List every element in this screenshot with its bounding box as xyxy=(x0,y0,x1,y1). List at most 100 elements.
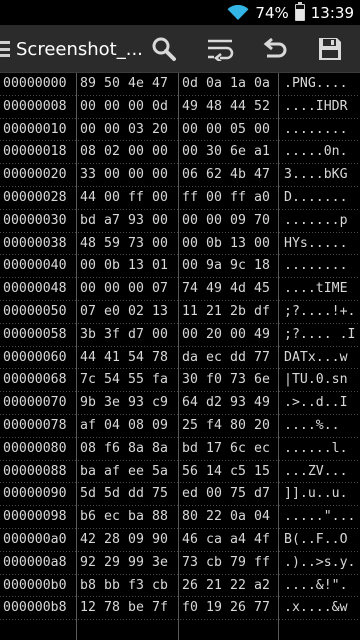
hex-row[interactable]: 000000a0 42 28 09 90 46 ca a4 4f B(..F..O xyxy=(0,529,360,552)
byte-cell[interactable]: 3e xyxy=(104,392,120,415)
hex-row[interactable]: 00000008 00 00 00 0d 49 48 44 52 ....IHDR xyxy=(0,96,360,119)
byte-cell[interactable]: 0d xyxy=(182,73,198,96)
byte-cell[interactable]: 00 xyxy=(80,119,96,142)
byte-cell[interactable]: 0a xyxy=(254,73,270,96)
byte-cell[interactable]: 04 xyxy=(104,415,120,438)
byte-cell[interactable]: dd xyxy=(128,483,144,506)
ascii-cell[interactable]: .......p xyxy=(284,210,348,233)
byte-cell[interactable]: 00 xyxy=(182,210,198,233)
byte-cell[interactable]: 0b xyxy=(206,233,222,256)
byte-cell[interactable]: 00 xyxy=(206,210,222,233)
byte-cell[interactable]: 26 xyxy=(182,575,198,598)
byte-cell[interactable]: 99 xyxy=(128,552,144,575)
byte-cell[interactable]: 03 xyxy=(128,119,144,142)
byte-cell[interactable]: 48 xyxy=(206,96,222,119)
hex-row[interactable]: 00000028 44 00 ff 00 ff 00 ff a0 D....... xyxy=(0,187,360,210)
byte-cell[interactable]: e0 xyxy=(104,301,120,324)
byte-cell[interactable]: d7 xyxy=(254,483,270,506)
ascii-cell[interactable]: ....&!". xyxy=(284,575,348,598)
search-button[interactable] xyxy=(146,31,182,67)
byte-cell[interactable]: da xyxy=(182,347,198,370)
byte-cell[interactable]: 22 xyxy=(206,506,222,529)
ascii-cell[interactable]: .PNG.... xyxy=(284,73,348,96)
byte-cell[interactable]: 73 xyxy=(230,369,246,392)
byte-cell[interactable]: af xyxy=(104,461,120,484)
byte-cell[interactable]: 01 xyxy=(152,255,168,278)
byte-cell[interactable]: 22 xyxy=(230,575,246,598)
byte-cell[interactable]: 00 xyxy=(104,278,120,301)
byte-cell[interactable]: 44 xyxy=(80,347,96,370)
byte-cell[interactable]: 88 xyxy=(152,506,168,529)
byte-cell[interactable]: d2 xyxy=(206,392,222,415)
byte-cell[interactable]: 75 xyxy=(152,483,168,506)
byte-cell[interactable]: 29 xyxy=(104,552,120,575)
hex-row[interactable]: 00000058 3b 3f d7 00 00 20 00 49 ;?.... .I xyxy=(0,324,360,347)
byte-cell[interactable]: f4 xyxy=(206,415,222,438)
byte-cell[interactable]: f0 xyxy=(206,369,222,392)
byte-cell[interactable]: 46 xyxy=(182,529,198,552)
ascii-cell[interactable]: ]].u..u. xyxy=(284,483,348,506)
byte-cell[interactable]: 49 xyxy=(254,392,270,415)
byte-cell[interactable]: 73 xyxy=(128,233,144,256)
byte-cell[interactable]: 7f xyxy=(152,597,168,620)
byte-cell[interactable]: 00 xyxy=(128,141,144,164)
byte-cell[interactable]: ed xyxy=(182,483,198,506)
hex-row[interactable]: 000000a8 92 29 99 3e 73 cb 79 ff .)..>s.y. xyxy=(0,552,360,575)
byte-cell[interactable]: 3e xyxy=(152,552,168,575)
byte-cell[interactable]: 00 xyxy=(254,119,270,142)
byte-cell[interactable]: 18 xyxy=(254,255,270,278)
byte-cell[interactable]: ca xyxy=(206,529,222,552)
byte-cell[interactable]: 78 xyxy=(152,347,168,370)
byte-cell[interactable]: 13 xyxy=(152,301,168,324)
byte-cell[interactable]: 52 xyxy=(254,96,270,119)
byte-cell[interactable]: 02 xyxy=(128,301,144,324)
byte-cell[interactable]: 00 xyxy=(104,96,120,119)
byte-cell[interactable]: bb xyxy=(104,575,120,598)
ascii-cell[interactable]: ....."... xyxy=(284,506,355,529)
byte-cell[interactable]: ec xyxy=(254,438,270,461)
byte-cell[interactable]: 5a xyxy=(152,461,168,484)
byte-cell[interactable]: 00 xyxy=(104,187,120,210)
byte-cell[interactable]: 9c xyxy=(230,255,246,278)
byte-cell[interactable]: 8a xyxy=(152,438,168,461)
byte-cell[interactable]: 00 xyxy=(128,96,144,119)
byte-cell[interactable]: 49 xyxy=(182,96,198,119)
ascii-cell[interactable]: .>..d..I xyxy=(284,392,348,415)
byte-cell[interactable]: af xyxy=(80,415,96,438)
hex-row[interactable]: 00000040 00 0b 13 01 00 9a 9c 18........ xyxy=(0,255,360,278)
byte-cell[interactable]: 00 xyxy=(206,187,222,210)
byte-cell[interactable]: ec xyxy=(206,347,222,370)
byte-cell[interactable]: 64 xyxy=(182,392,198,415)
byte-cell[interactable]: 00 xyxy=(128,164,144,187)
ascii-cell[interactable]: ;?.... .I xyxy=(284,324,355,347)
ascii-cell[interactable]: ......l. xyxy=(284,438,348,461)
byte-cell[interactable]: 00 xyxy=(80,278,96,301)
byte-cell[interactable]: a2 xyxy=(254,575,270,598)
ascii-cell[interactable]: ........ xyxy=(284,255,348,278)
byte-cell[interactable]: 47 xyxy=(254,164,270,187)
hex-row[interactable]: 00000098 b6 ec ba 88 80 22 0a 04 ....."... xyxy=(0,506,360,529)
hex-row[interactable]: 00000070 9b 3e 93 c9 64 d2 93 49 .>..d..I xyxy=(0,392,360,415)
byte-cell[interactable]: 00 xyxy=(104,164,120,187)
hex-row[interactable]: 00000010 00 00 03 20 00 00 05 00........ xyxy=(0,119,360,142)
byte-cell[interactable]: be xyxy=(128,597,144,620)
byte-cell[interactable]: 00 xyxy=(152,141,168,164)
byte-cell[interactable]: 48 xyxy=(80,233,96,256)
byte-cell[interactable]: 2b xyxy=(230,301,246,324)
byte-cell[interactable]: 11 xyxy=(182,301,198,324)
byte-cell[interactable]: ee xyxy=(128,461,144,484)
byte-cell[interactable]: 00 xyxy=(152,210,168,233)
byte-cell[interactable]: 00 xyxy=(152,324,168,347)
hex-row[interactable]: 00000000 89 50 4e 47 0d 0a 1a 0a .PNG.... xyxy=(0,73,360,96)
byte-cell[interactable]: ff xyxy=(128,187,144,210)
byte-cell[interactable]: 45 xyxy=(254,278,270,301)
byte-cell[interactable]: 6e xyxy=(230,141,246,164)
byte-cell[interactable]: 7c xyxy=(80,369,96,392)
byte-cell[interactable]: 28 xyxy=(104,529,120,552)
byte-cell[interactable]: 41 xyxy=(104,347,120,370)
byte-cell[interactable]: 3f xyxy=(104,324,120,347)
byte-cell[interactable]: 13 xyxy=(230,233,246,256)
ascii-cell[interactable]: HYs..... xyxy=(284,233,348,256)
byte-cell[interactable]: 70 xyxy=(254,210,270,233)
hex-row[interactable]: 00000090 5d 5d dd 75 ed 00 75 d7]].u..u. xyxy=(0,483,360,506)
